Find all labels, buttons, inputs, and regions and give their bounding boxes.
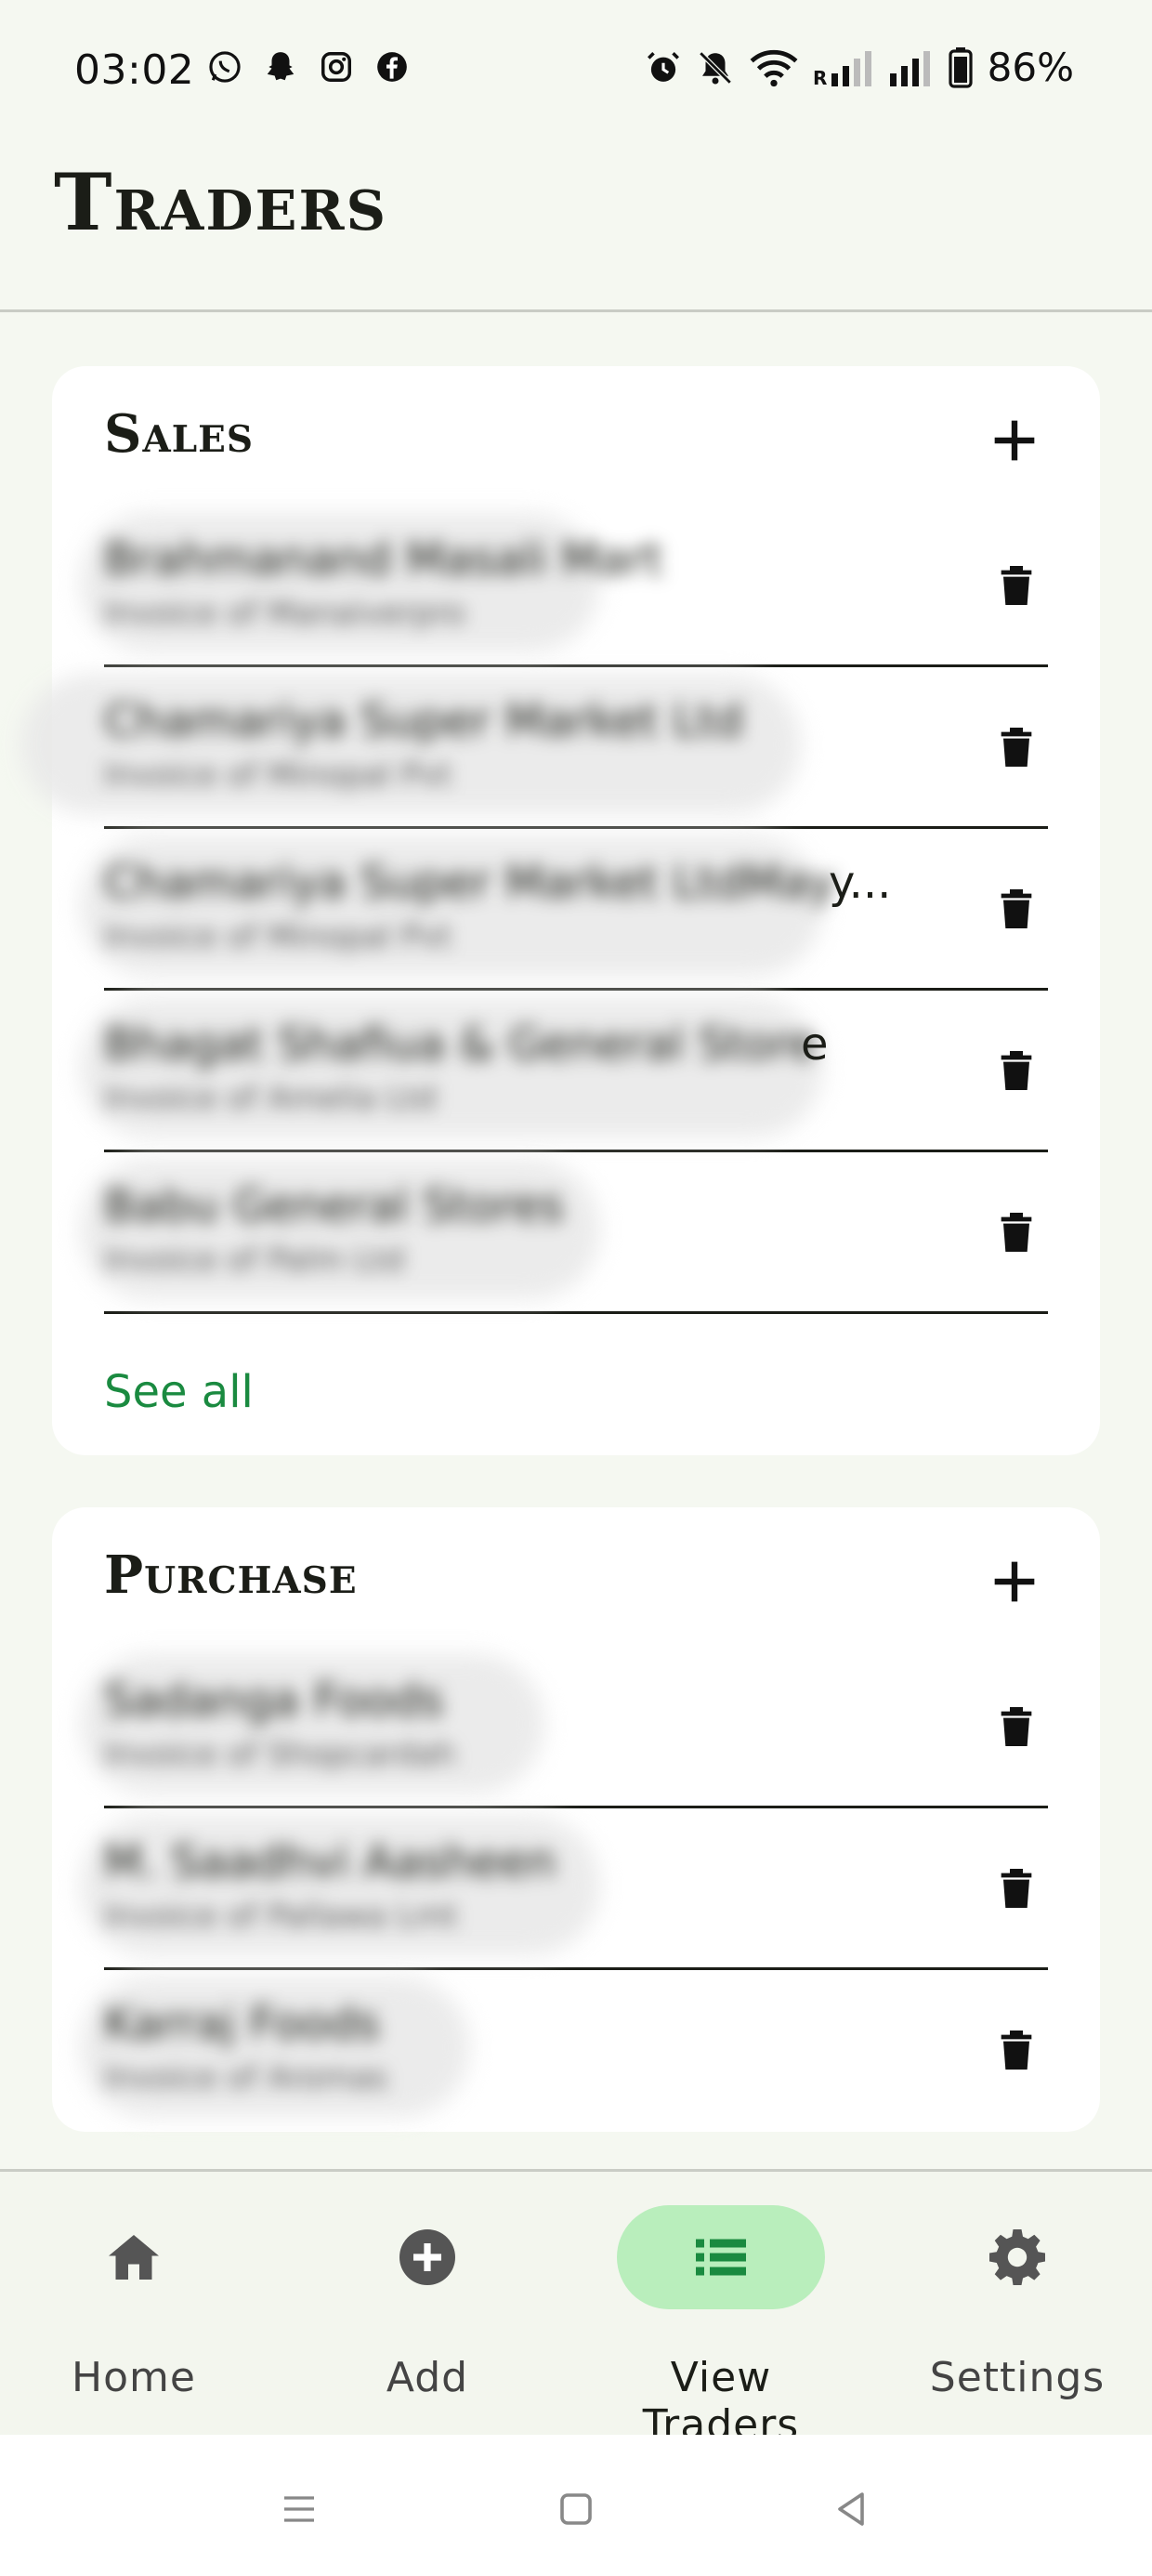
trader-name: Karraj Foods: [104, 1998, 380, 2050]
trader-name: Sadanga Foods: [104, 1675, 444, 1727]
list-item[interactable]: Bhagat Shafiua & General Store Invoice o…: [80, 991, 1048, 1152]
active-indicator: [617, 2205, 825, 2309]
signal-icon: R: [813, 47, 876, 88]
home-icon: [109, 2235, 159, 2280]
square-icon: [560, 2493, 592, 2525]
back-button[interactable]: [814, 2472, 888, 2546]
list-item[interactable]: Chamariya Super Market Ltd Invoice of Mi…: [20, 667, 1048, 829]
trader-subtitle: Invoice of Palm Ltd: [104, 1242, 404, 1279]
trash-icon: [1001, 566, 1032, 605]
battery-percentage: 86%: [987, 45, 1074, 90]
system-navigation-bar: [0, 2435, 1152, 2576]
header-divider: [0, 309, 1152, 312]
trader-subtitle: Invoice of Aromas: [104, 2059, 387, 2096]
trash-icon: [1001, 1869, 1032, 1908]
trader-name-overflow: e: [801, 1019, 829, 1071]
trash-icon: [1001, 1213, 1032, 1252]
delete-button[interactable]: [990, 1699, 1042, 1755]
trader-subtitle: Invoice of Minopal Pvt: [104, 756, 452, 794]
sales-list: Brahmanand Masali Mart Invoice of Manaiv…: [20, 506, 1048, 1314]
bell-muted-icon: [696, 47, 735, 88]
nav-add[interactable]: Add: [307, 2172, 548, 2432]
nav-label: Add: [386, 2354, 469, 2401]
list-item[interactable]: Karraj Foods Invoice of Aromas: [80, 1970, 1048, 2132]
delete-button[interactable]: [990, 1043, 1042, 1098]
instagram-icon: [318, 48, 355, 85]
purchase-list: Sadanga Foods Invoice of Shopcardah M. S…: [80, 1647, 1048, 2132]
menu-icon: [284, 2496, 314, 2522]
status-bar: 03:02 R 86%: [0, 0, 1152, 139]
add-circle-icon: [399, 2229, 455, 2285]
alarm-icon: [644, 47, 683, 88]
list-item[interactable]: Sadanga Foods Invoice of Shopcardah: [80, 1647, 1048, 1808]
wifi-icon: [748, 47, 800, 88]
trash-icon: [1001, 728, 1032, 767]
system-status-icons: R 86%: [644, 45, 1074, 90]
home-button[interactable]: [539, 2472, 613, 2546]
list-item[interactable]: Brahmanand Masali Mart Invoice of Manaiv…: [80, 506, 1048, 667]
trader-subtitle: Invoice of Shopcardah: [104, 1736, 456, 1773]
list-item[interactable]: M. Saadhvi Aasheen Invoice of Pallawa Lm…: [80, 1808, 1048, 1970]
sales-card: Sales Brahmanand Masali Mart Invoice of …: [20, 366, 1100, 1455]
delete-button[interactable]: [990, 719, 1042, 775]
list-icon: [696, 2239, 746, 2276]
purchase-title: Purchase: [104, 1544, 358, 1606]
trader-name: M. Saadhvi Aasheen: [104, 1836, 556, 1888]
trash-icon: [1001, 2031, 1032, 2070]
plus-icon: [994, 420, 1035, 461]
see-all-link[interactable]: See all: [104, 1366, 254, 1418]
sales-title: Sales: [104, 403, 255, 465]
plus-icon: [994, 1561, 1035, 1602]
notification-icons: [206, 48, 411, 85]
delete-button[interactable]: [990, 881, 1042, 937]
signal-icon: [889, 47, 936, 88]
delete-button[interactable]: [990, 558, 1042, 613]
trader-name-overflow: y...: [829, 857, 892, 909]
trader-name: Babu General Stores: [104, 1180, 564, 1232]
svg-text:R: R: [813, 67, 827, 86]
snapchat-icon: [262, 48, 299, 85]
nav-view-traders[interactable]: View Traders: [600, 2172, 842, 2449]
back-triangle-icon: [838, 2492, 864, 2526]
trader-subtitle: Invoice of Amelia Ltd: [104, 1080, 437, 1117]
recent-apps-button[interactable]: [262, 2472, 336, 2546]
page-title: Traders: [54, 156, 388, 248]
delete-button[interactable]: [990, 1860, 1042, 1916]
trader-name: Chamariya Super Market LtdMay: [104, 857, 836, 909]
nav-settings[interactable]: Settings: [897, 2172, 1138, 2432]
facebook-icon: [373, 48, 411, 85]
trash-icon: [1001, 889, 1032, 928]
bottom-navigation: Home Add View Traders Settings: [0, 2169, 1152, 2449]
purchase-card: Purchase Sadanga Foods Invoice of Shopca…: [52, 1507, 1100, 2132]
trash-icon: [1001, 1051, 1032, 1090]
trash-icon: [1001, 1707, 1032, 1746]
nav-home[interactable]: Home: [13, 2172, 255, 2432]
trader-subtitle: Invoice of Pallawa Lmt: [104, 1898, 458, 1935]
trader-subtitle: Invoice of Minopal Pvt: [104, 918, 452, 955]
list-item[interactable]: Chamariya Super Market LtdMay Invoice of…: [80, 829, 1048, 991]
list-item[interactable]: Babu General Stores Invoice of Palm Ltd: [80, 1152, 1048, 1314]
trader-name: Chamariya Super Market Ltd: [104, 695, 743, 747]
nav-label: Home: [72, 2354, 196, 2401]
delete-button[interactable]: [990, 1204, 1042, 1260]
status-time: 03:02: [74, 46, 195, 94]
trader-name: Bhagat Shafiua & General Store: [104, 1019, 817, 1071]
nav-label: Settings: [929, 2354, 1106, 2401]
whatsapp-icon: [206, 48, 243, 85]
add-sales-trader-button[interactable]: [985, 411, 1044, 470]
add-purchase-trader-button[interactable]: [985, 1552, 1044, 1611]
battery-icon: [949, 46, 973, 88]
delete-button[interactable]: [990, 2022, 1042, 2078]
gear-icon: [989, 2229, 1045, 2285]
trader-subtitle: Invoice of Manaiverpro: [104, 595, 465, 632]
trader-name: Brahmanand Masali Mart: [104, 533, 663, 585]
